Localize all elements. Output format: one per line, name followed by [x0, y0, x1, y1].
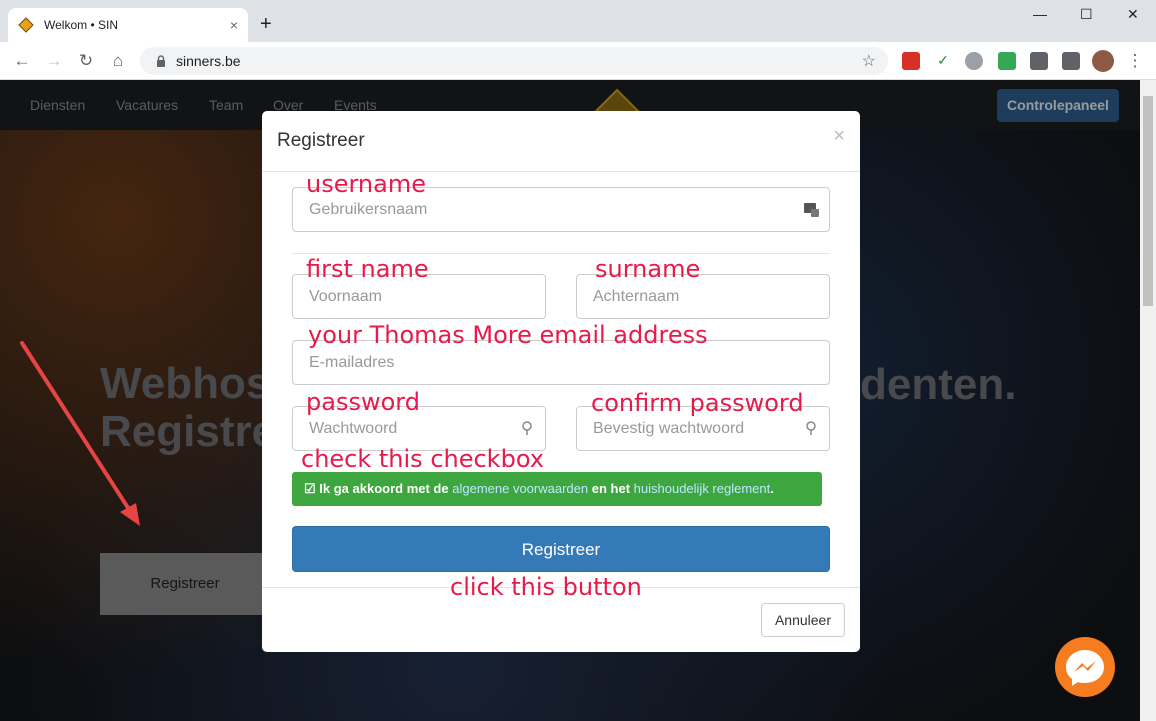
new-tab-button[interactable]: +	[260, 14, 272, 34]
password-placeholder: Wachtwoord	[309, 420, 398, 437]
confirm-password-placeholder: Bevestig wachtwoord	[593, 420, 745, 437]
reload-icon[interactable]: ↻	[76, 51, 96, 71]
firstname-placeholder: Voornaam	[309, 288, 382, 305]
modal-header: Registreer ×	[262, 111, 860, 172]
lock-icon	[157, 55, 165, 67]
forward-icon[interactable]: →	[44, 51, 64, 71]
lastname-placeholder: Achternaam	[593, 288, 680, 305]
maximize-button[interactable]: ☐	[1080, 6, 1093, 23]
extensions-puzzle-icon[interactable]	[1030, 52, 1048, 70]
tab-title: Welkom • SIN	[44, 18, 118, 32]
modal-close-button[interactable]: ×	[833, 125, 845, 148]
key-icon[interactable]	[519, 420, 535, 436]
annotation-email: your Thomas More email address	[308, 321, 708, 349]
browser-tab[interactable]: Welkom • SIN ×	[8, 8, 248, 42]
browser-tabstrip: Welkom • SIN × + — ☐ ✕	[0, 0, 1156, 42]
key-icon[interactable]	[803, 420, 819, 436]
email-placeholder: E-mailadres	[309, 354, 395, 371]
page-scrollbar[interactable]	[1140, 80, 1156, 721]
password-manager-icon[interactable]	[803, 201, 819, 217]
terms-checkbox[interactable]: ☑ Ik ga akkoord met de algemene voorwaar…	[292, 472, 822, 506]
close-window-button[interactable]: ✕	[1127, 6, 1139, 23]
url-text: sinners.be	[176, 53, 241, 69]
site-favicon-icon	[18, 17, 34, 33]
home-icon[interactable]: ⌂	[108, 51, 128, 71]
annotation-confirm-password: confirm password	[591, 389, 804, 417]
scrollbar-thumb[interactable]	[1143, 96, 1153, 306]
checkbox-checked-icon[interactable]: ☑	[304, 481, 316, 496]
back-icon[interactable]: ←	[12, 51, 32, 71]
messenger-chat-button[interactable]	[1055, 637, 1115, 697]
terms-mid: en het	[591, 481, 631, 496]
annotation-username: username	[306, 170, 426, 198]
media-control-icon[interactable]	[1062, 52, 1080, 70]
register-submit-button[interactable]: Registreer	[292, 526, 830, 572]
messenger-icon	[1066, 650, 1104, 686]
extension-gear-icon[interactable]	[965, 52, 983, 70]
username-placeholder: Gebruikersnaam	[309, 201, 428, 218]
terms-prefix: Ik ga akkoord met de	[319, 481, 449, 496]
extension-check-icon[interactable]: ✓	[934, 52, 952, 70]
annotation-surname: surname	[595, 255, 701, 283]
extension-sheet-icon[interactable]	[998, 52, 1016, 70]
tab-close-icon[interactable]: ×	[230, 17, 238, 33]
bookmark-star-icon[interactable]: ☆	[862, 51, 876, 71]
profile-avatar[interactable]	[1092, 50, 1114, 72]
extension-badge-icon[interactable]	[902, 52, 920, 70]
terms-link-general[interactable]: algemene voorwaarden	[452, 481, 588, 496]
menu-kebab-icon[interactable]: ⋮	[1125, 51, 1145, 71]
annotation-checkbox: check this checkbox	[301, 445, 544, 473]
cancel-button[interactable]: Annuleer	[761, 603, 845, 637]
section-divider	[292, 253, 830, 254]
modal-title: Registreer	[277, 130, 365, 151]
terms-suffix: .	[770, 481, 774, 496]
terms-link-rules[interactable]: huishoudelijk reglement	[634, 481, 771, 496]
annotation-password: password	[306, 388, 420, 416]
browser-toolbar: ← → ↻ ⌂ sinners.be ☆ ✓ ⋮	[0, 42, 1156, 80]
annotation-first-name: first name	[306, 255, 429, 283]
annotation-button: click this button	[450, 573, 642, 601]
address-bar[interactable]: sinners.be ☆	[140, 47, 888, 75]
minimize-button[interactable]: —	[1033, 6, 1047, 22]
